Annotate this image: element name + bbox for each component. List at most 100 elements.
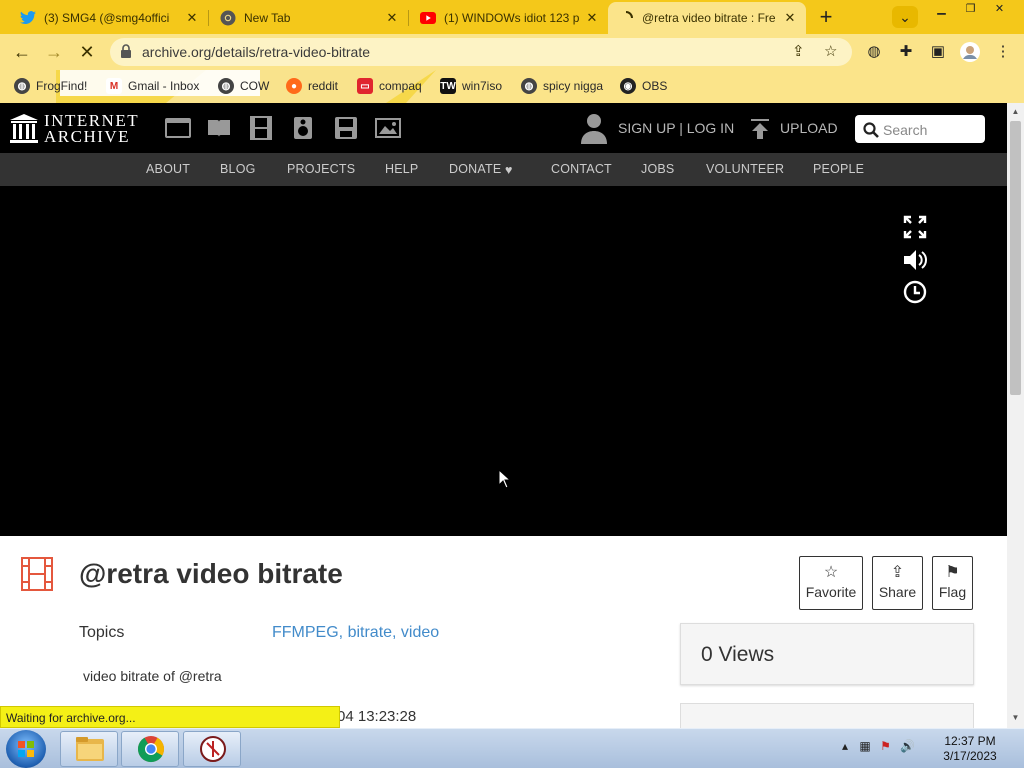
volume-icon[interactable]: 🔊 — [900, 739, 915, 753]
restore-button[interactable]: ❐ — [958, 1, 983, 17]
nav-contact[interactable]: CONTACT — [551, 162, 612, 176]
scroll-up-icon[interactable]: ▲ — [1007, 107, 1024, 116]
share-button[interactable]: ⇪ Share — [872, 556, 923, 610]
ia-logo[interactable]: INTERNET ARCHIVE — [10, 112, 139, 145]
views-box: 0 Views — [680, 623, 974, 685]
nav-help[interactable]: HELP — [385, 162, 418, 176]
share-icon[interactable]: ⇪ — [792, 42, 805, 60]
scroll-down-icon[interactable]: ▼ — [1007, 713, 1024, 722]
texts-icon[interactable] — [206, 116, 232, 140]
star-icon[interactable]: ☆ — [824, 42, 837, 60]
bookmark-reddit[interactable]: ● reddit — [286, 77, 338, 95]
nav-about[interactable]: ABOUT — [146, 162, 190, 176]
bookmark-spicy[interactable]: ◍ spicy nigga — [521, 77, 603, 95]
close-icon[interactable]: ✕ — [184, 10, 200, 26]
address-bar[interactable]: archive.org/details/retra-video-bitrate … — [110, 38, 852, 66]
mouse-cursor-icon — [498, 469, 512, 489]
new-tab-button[interactable]: + — [814, 6, 838, 30]
menu-icon[interactable]: ⋮ — [993, 42, 1013, 62]
ia-nav-bar: ABOUT BLOG PROJECTS HELP DONATE ♥ CONTAC… — [0, 153, 1007, 186]
bookmark-label: COW — [240, 79, 270, 93]
topic-link[interactable]: video — [401, 624, 439, 641]
puzzle-icon[interactable]: ✚ — [896, 42, 916, 62]
avatar[interactable] — [960, 42, 980, 62]
tab-separator — [408, 10, 409, 26]
upload-icon[interactable] — [750, 118, 770, 140]
forward-button[interactable]: → — [43, 42, 65, 64]
tray-chevron-icon[interactable]: ▴ — [842, 739, 848, 753]
tab-youtube[interactable]: (1) WINDOWs idiot 123 p ✕ — [410, 2, 608, 34]
favorite-button[interactable]: ☆ Favorite — [799, 556, 863, 610]
video-icon[interactable] — [248, 116, 274, 140]
minimize-button[interactable]: ▁ — [929, 1, 954, 17]
nav-donate[interactable]: DONATE — [449, 162, 501, 176]
topic-link[interactable]: FFMPEG — [272, 624, 339, 641]
bookmark-cow[interactable]: ◍ COW — [218, 77, 269, 95]
tab-title: New Tab — [244, 11, 291, 25]
fullscreen-icon[interactable] — [902, 214, 928, 240]
extension-icon[interactable]: ◍ — [864, 42, 884, 62]
bookmark-win7iso[interactable]: TW win7iso — [440, 77, 502, 95]
signup-login-link[interactable]: SIGN UP | LOG IN — [618, 120, 734, 136]
video-player[interactable] — [0, 186, 1007, 536]
system-tray: ▴ ▦ ⚑ 🔊 — [842, 739, 915, 753]
bookmark-compaq[interactable]: ▭ compaq — [357, 77, 422, 95]
chrome-icon — [137, 736, 165, 763]
stop-loading-button[interactable]: ✕ — [76, 42, 98, 64]
bookmark-obs[interactable]: ◉ OBS — [620, 77, 667, 95]
bookmark-gmail[interactable]: M Gmail - Inbox — [106, 77, 199, 95]
loading-icon — [618, 10, 634, 26]
images-icon[interactable] — [375, 116, 401, 140]
action-center-icon[interactable]: ⚑ — [880, 739, 891, 753]
nav-projects[interactable]: PROJECTS — [287, 162, 355, 176]
page-scrollbar[interactable]: ▲ ▼ — [1007, 103, 1024, 728]
taskbar-explorer[interactable] — [60, 731, 118, 767]
flag-button[interactable]: ⚑ Flag — [932, 556, 973, 610]
close-icon[interactable]: ✕ — [584, 10, 600, 26]
clock-icon[interactable] — [902, 279, 928, 305]
tab-new-tab[interactable]: New Tab ✕ — [210, 2, 408, 34]
search-icon — [863, 122, 879, 138]
flag-icon: ⚑ — [945, 564, 960, 581]
favorite-label: Favorite — [805, 584, 857, 600]
taskbar-clock[interactable]: 12:37 PM 3/17/2023 — [930, 734, 1010, 764]
volume-icon[interactable] — [902, 247, 928, 273]
tab-archive-active[interactable]: @retra video bitrate : Fre ✕ — [608, 2, 806, 34]
network-icon[interactable]: ▦ — [859, 739, 870, 753]
chevron-down-icon: ⌄ — [899, 9, 911, 25]
search-input[interactable]: Search — [855, 115, 985, 143]
globe-icon: ◍ — [14, 78, 30, 94]
topic-link[interactable]: bitrate — [348, 624, 392, 641]
upload-link[interactable]: UPLOAD — [780, 120, 838, 136]
windows-logo-icon — [18, 741, 34, 757]
scrollbar-thumb[interactable] — [1010, 121, 1021, 395]
nav-jobs[interactable]: JOBS — [641, 162, 674, 176]
web-icon[interactable] — [165, 116, 191, 140]
tab-title: @retra video bitrate : Fre — [642, 11, 776, 25]
nav-blog[interactable]: BLOG — [220, 162, 256, 176]
close-icon[interactable]: ✕ — [384, 10, 400, 26]
star-icon: ☆ — [823, 564, 839, 581]
close-icon[interactable]: ✕ — [782, 10, 798, 26]
bookmark-label: win7iso — [462, 79, 503, 93]
browser-chrome: (3) SMG4 (@smg4offici ✕ New Tab ✕ (1) WI… — [0, 0, 1024, 103]
tab-search-button[interactable]: ⌄ — [892, 6, 918, 28]
bookmark-frogfind[interactable]: ◍ FrogFind! — [14, 77, 87, 95]
taskbar-app[interactable] — [183, 731, 241, 767]
audio-icon[interactable] — [290, 116, 316, 140]
nav-people[interactable]: PEOPLE — [813, 162, 864, 176]
topics-label: Topics — [79, 624, 125, 641]
taskbar-chrome[interactable] — [121, 731, 179, 767]
side-panel-icon[interactable]: ▣ — [928, 42, 948, 62]
nav-volunteer[interactable]: VOLUNTEER — [706, 162, 784, 176]
compaq-icon: ▭ — [357, 78, 373, 94]
window-close-button[interactable]: ✕ — [987, 1, 1012, 17]
tab-twitter[interactable]: (3) SMG4 (@smg4offici ✕ — [10, 2, 208, 34]
github-icon: ◉ — [620, 78, 636, 94]
user-icon[interactable] — [580, 112, 608, 144]
back-button[interactable]: ← — [11, 42, 33, 64]
start-button[interactable] — [6, 730, 46, 768]
software-icon[interactable] — [333, 116, 359, 140]
arrow-right-icon: → — [45, 42, 63, 62]
tab-title: (3) SMG4 (@smg4offici — [44, 11, 170, 25]
